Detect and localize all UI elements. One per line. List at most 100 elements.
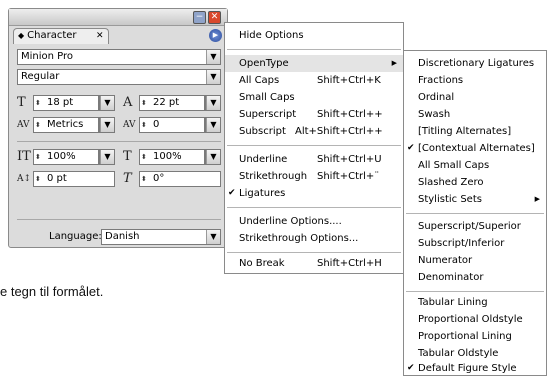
baseline-shift-field[interactable]: ⬍ 0 pt [33,171,115,187]
menu-separator [406,213,544,214]
menu-item-shortcut: Shift+Ctrl+K [317,75,381,86]
leading-dropdown[interactable]: ▼ [205,95,221,111]
kerning-dropdown[interactable]: ▼ [99,117,115,133]
language-dropdown[interactable]: Danish ▼ [101,229,221,245]
submenu-item-slashed-zero[interactable]: Slashed Zero [404,174,546,191]
kerning-field[interactable]: ⬍ Metrics [33,117,99,133]
baseline-shift-icon: A↕ [17,174,32,184]
tab-character[interactable]: ◆ Character ✕ [13,28,109,44]
font-style-dropdown[interactable]: Regular ▼ [17,69,221,85]
submenu-item-label: Denominator [418,272,484,283]
submenu-item-label: Tabular Lining [418,297,488,308]
menu-item-no-break[interactable]: No Break Shift+Ctrl+H [225,255,403,272]
submenu-item-label: Slashed Zero [418,177,484,188]
vertical-scale-value: 100% [47,151,76,162]
baseline-shift-value: 0 pt [47,173,67,184]
panel-divider [17,219,221,220]
menu-item-all-caps[interactable]: All Caps Shift+Ctrl+K [225,72,403,89]
opentype-submenu: Discretionary Ligatures Fractions Ordina… [403,50,547,376]
spin-arrows-icon[interactable]: ⬍ [141,118,151,132]
submenu-item-superscript-superior[interactable]: Superscript/Superior [404,218,546,235]
spin-arrows-icon[interactable]: ⬍ [35,172,45,186]
close-icon: ✕ [210,12,219,22]
horizontal-scale-value: 100% [153,151,182,162]
tab-close-icon[interactable]: ✕ [96,29,104,43]
horizontal-scale-field[interactable]: ⬍ 100% [139,149,205,165]
menu-item-opentype[interactable]: OpenType ▶ [225,55,403,72]
submenu-arrow-icon: ▶ [391,59,397,67]
submenu-item-proportional-oldstyle[interactable]: Proportional Oldstyle [404,311,546,328]
tracking-field[interactable]: ⬍ 0 [139,117,205,133]
menu-item-underline[interactable]: Underline Shift+Ctrl+U [225,151,403,168]
submenu-item-subscript-inferior[interactable]: Subscript/Inferior [404,235,546,252]
skew-icon: T [123,171,132,186]
minimize-icon: − [195,12,204,22]
vertical-scale-field[interactable]: ⬍ 100% [33,149,99,165]
submenu-item-default-figure-style[interactable]: ✔ Default Figure Style [404,360,546,376]
close-button[interactable]: ✕ [208,11,221,24]
submenu-item-label: Subscript/Inferior [418,238,505,249]
menu-item-label: Underline Options.... [239,216,342,227]
submenu-item-fractions[interactable]: Fractions [404,72,546,89]
menu-item-underline-options[interactable]: Underline Options.... [225,213,403,230]
horizontal-scale-dropdown[interactable]: ▼ [205,149,221,165]
font-family-dropdown[interactable]: Minion Pro ▼ [17,49,221,65]
tracking-dropdown[interactable]: ▼ [205,117,221,133]
submenu-item-stylistic-sets[interactable]: Stylistic Sets ▶ [404,191,546,208]
menu-item-superscript[interactable]: Superscript Shift+Ctrl++ [225,106,403,123]
menu-item-small-caps[interactable]: Small Caps [225,89,403,106]
submenu-item-all-small-caps[interactable]: All Small Caps [404,157,546,174]
submenu-item-label: All Small Caps [418,160,490,171]
tab-label: Character [27,30,77,41]
menu-item-label: Small Caps [239,92,295,103]
menu-item-strikethrough[interactable]: Strikethrough Shift+Ctrl+¨ [225,168,403,185]
menu-separator [227,207,401,208]
skew-field[interactable]: ⬍ 0° [139,171,221,187]
spin-arrows-icon[interactable]: ⬍ [35,118,45,132]
panel-menu-button[interactable]: ▶ [209,29,222,42]
menu-item-strikethrough-options[interactable]: Strikethrough Options... [225,230,403,247]
leading-value: 22 pt [153,97,180,108]
submenu-item-contextual-alternates[interactable]: ✔ [Contextual Alternates] [404,140,546,157]
horizontal-scale-icon: T [123,149,132,164]
submenu-item-label: Superscript/Superior [418,221,521,232]
submenu-item-label: Swash [418,109,451,120]
submenu-item-ordinal[interactable]: Ordinal [404,89,546,106]
menu-item-subscript[interactable]: Subscript Alt+Shift+Ctrl++ [225,123,403,140]
font-size-field[interactable]: ⬍ 18 pt [33,95,99,111]
kerning-value: Metrics [47,119,84,130]
chevron-down-icon: ▼ [100,150,114,164]
panel-divider [17,141,221,142]
minimize-button[interactable]: − [193,11,206,24]
submenu-item-denominator[interactable]: Denominator [404,269,546,286]
spin-arrows-icon[interactable]: ⬍ [141,172,151,186]
font-size-dropdown[interactable]: ▼ [99,95,115,111]
tracking-value: 0 [153,119,160,130]
vertical-scale-dropdown[interactable]: ▼ [99,149,115,165]
leading-field[interactable]: ⬍ 22 pt [139,95,205,111]
spin-arrows-icon[interactable]: ⬍ [35,150,45,164]
spin-arrows-icon[interactable]: ⬍ [141,150,151,164]
chevron-down-icon: ▼ [206,118,220,132]
font-size-value: 18 pt [47,97,74,108]
submenu-item-swash[interactable]: Swash [404,106,546,123]
spin-arrows-icon[interactable]: ⬍ [35,96,45,110]
menu-item-label: Superscript [239,109,297,120]
submenu-item-label: Default Figure Style [418,363,517,374]
submenu-item-numerator[interactable]: Numerator [404,252,546,269]
menu-separator [227,145,401,146]
submenu-item-titling-alternates[interactable]: [Titling Alternates] [404,123,546,140]
submenu-arrow-icon: ▶ [534,195,540,203]
menu-item-label: Ligatures [239,188,286,199]
submenu-item-discretionary-ligatures[interactable]: Discretionary Ligatures [404,55,546,72]
submenu-item-proportional-lining[interactable]: Proportional Lining [404,328,546,345]
spin-arrows-icon[interactable]: ⬍ [141,96,151,110]
menu-item-label: All Caps [239,75,280,86]
skew-value: 0° [153,173,165,184]
menu-item-hide-options[interactable]: Hide Options [225,27,403,44]
submenu-item-tabular-lining[interactable]: Tabular Lining [404,294,546,311]
document-text: e tegn til formålet. [0,284,104,299]
submenu-item-label: Stylistic Sets [418,194,482,205]
menu-item-ligatures[interactable]: ✔ Ligatures [225,185,403,202]
character-panel: − ✕ ◆ Character ✕ ▶ Minion Pro ▼ Regular … [8,8,228,248]
